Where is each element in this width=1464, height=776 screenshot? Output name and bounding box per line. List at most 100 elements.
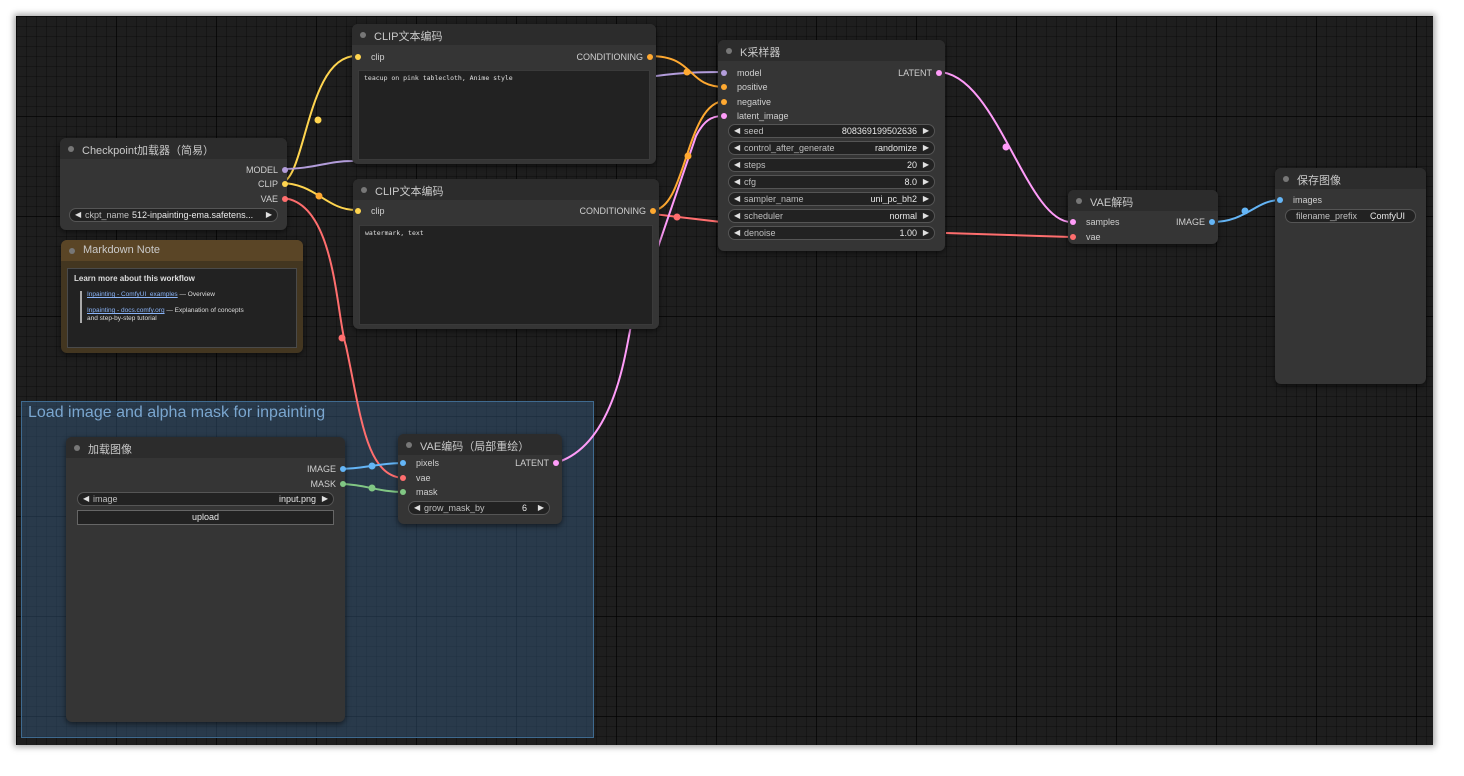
control-after-generate-widget[interactable]: ◀ control_after_generate randomize ▶: [728, 141, 935, 155]
output-pin[interactable]: [553, 460, 559, 466]
link-comfyui-examples[interactable]: Inpainting - ComfyUI_examples: [87, 291, 178, 298]
node-header[interactable]: 保存图像: [1275, 168, 1426, 189]
input-images[interactable]: images: [1277, 194, 1322, 206]
node-header[interactable]: K采样器: [718, 40, 945, 61]
arrow-left-icon[interactable]: ◀: [734, 160, 740, 169]
input-latent-image[interactable]: latent_image: [721, 110, 789, 122]
arrow-left-icon[interactable]: ◀: [734, 228, 740, 237]
input-pin[interactable]: [721, 99, 727, 105]
prompt-textarea[interactable]: watermark, text: [359, 225, 653, 325]
output-clip[interactable]: CLIP: [258, 178, 288, 190]
input-vae[interactable]: vae: [400, 472, 431, 484]
link-docs-comfy[interactable]: Inpainting - docs.comfy.org: [87, 307, 165, 314]
output-mask[interactable]: MASK: [310, 478, 346, 490]
sampler-name-widget[interactable]: ◀ sampler_name uni_pc_bh2 ▶: [728, 192, 935, 206]
collapse-dot-icon[interactable]: [68, 146, 74, 152]
collapse-dot-icon[interactable]: [360, 32, 366, 38]
arrow-left-icon[interactable]: ◀: [75, 210, 81, 219]
arrow-left-icon[interactable]: ◀: [414, 503, 420, 512]
clip-text-encode-negative-node[interactable]: CLIP文本编码 clip CONDITIONING watermark, te…: [353, 179, 659, 329]
input-pin[interactable]: [400, 460, 406, 466]
arrow-right-icon[interactable]: ▶: [923, 194, 929, 203]
arrow-right-icon[interactable]: ▶: [923, 143, 929, 152]
input-clip[interactable]: clip: [355, 51, 385, 63]
collapse-dot-icon[interactable]: [726, 48, 732, 54]
input-vae[interactable]: vae: [1070, 231, 1101, 243]
node-header[interactable]: Markdown Note: [61, 240, 303, 261]
output-pin[interactable]: [282, 196, 288, 202]
input-samples[interactable]: samples: [1070, 216, 1120, 228]
save-image-node[interactable]: 保存图像 images filename_prefix ComfyUI: [1275, 168, 1426, 384]
output-pin[interactable]: [1209, 219, 1215, 225]
clip-text-encode-positive-node[interactable]: CLIP文本编码 clip CONDITIONING teacup on pin…: [352, 24, 656, 164]
input-pin[interactable]: [1070, 234, 1076, 240]
input-negative[interactable]: negative: [721, 96, 771, 108]
output-pin[interactable]: [650, 208, 656, 214]
input-pin[interactable]: [400, 475, 406, 481]
output-pin[interactable]: [647, 54, 653, 60]
collapse-dot-icon[interactable]: [1283, 176, 1289, 182]
node-header[interactable]: VAE解码: [1068, 190, 1218, 211]
grow-mask-by-widget[interactable]: ◀ grow_mask_by 6 ▶: [408, 501, 550, 515]
output-conditioning[interactable]: CONDITIONING: [580, 205, 656, 217]
load-image-node[interactable]: 加载图像 IMAGE MASK ◀ image input.png ▶ upload: [66, 437, 346, 722]
arrow-right-icon[interactable]: ▶: [538, 503, 544, 512]
cfg-widget[interactable]: ◀ cfg 8.0 ▶: [728, 175, 935, 189]
node-header[interactable]: CLIP文本编码: [352, 24, 656, 45]
output-pin[interactable]: [282, 167, 288, 173]
arrow-left-icon[interactable]: ◀: [734, 143, 740, 152]
collapse-dot-icon[interactable]: [406, 442, 412, 448]
arrow-right-icon[interactable]: ▶: [923, 126, 929, 135]
input-pin[interactable]: [1070, 219, 1076, 225]
denoise-widget[interactable]: ◀ denoise 1.00 ▶: [728, 226, 935, 240]
arrow-left-icon[interactable]: ◀: [83, 494, 89, 503]
ksampler-node[interactable]: K采样器 model positive negative latent_imag…: [718, 40, 945, 251]
input-pin[interactable]: [355, 208, 361, 214]
ckpt-name-combo[interactable]: ◀ ckpt_name 512-inpainting-ema.safetens.…: [69, 208, 278, 222]
output-latent[interactable]: LATENT: [515, 457, 559, 469]
arrow-right-icon[interactable]: ▶: [923, 177, 929, 186]
arrow-left-icon[interactable]: ◀: [734, 211, 740, 220]
collapse-dot-icon[interactable]: [69, 248, 75, 254]
node-graph-canvas[interactable]: Load image and alpha mask for inpainting: [16, 16, 1433, 745]
arrow-right-icon[interactable]: ▶: [266, 210, 272, 219]
input-pin[interactable]: [721, 84, 727, 90]
arrow-left-icon[interactable]: ◀: [734, 126, 740, 135]
arrow-right-icon[interactable]: ▶: [923, 228, 929, 237]
node-header[interactable]: VAE编码（局部重绘）: [398, 434, 562, 455]
input-pixels[interactable]: pixels: [400, 457, 439, 469]
markdown-note-node[interactable]: Markdown Note Learn more about this work…: [61, 240, 303, 353]
input-mask[interactable]: mask: [400, 486, 438, 498]
input-model[interactable]: model: [721, 67, 762, 79]
upload-button[interactable]: upload: [77, 510, 334, 525]
output-pin[interactable]: [282, 181, 288, 187]
collapse-dot-icon[interactable]: [361, 187, 367, 193]
input-pin[interactable]: [355, 54, 361, 60]
output-image[interactable]: IMAGE: [307, 463, 346, 475]
arrow-left-icon[interactable]: ◀: [734, 194, 740, 203]
checkpoint-loader-node[interactable]: Checkpoint加载器（简易） MODEL CLIP VAE ◀ ckpt_…: [60, 138, 288, 230]
seed-widget[interactable]: ◀ seed 808369199502636 ▶: [728, 124, 935, 138]
output-model[interactable]: MODEL: [246, 164, 288, 176]
input-pin[interactable]: [1277, 197, 1283, 203]
collapse-dot-icon[interactable]: [74, 445, 80, 451]
arrow-left-icon[interactable]: ◀: [734, 177, 740, 186]
steps-widget[interactable]: ◀ steps 20 ▶: [728, 158, 935, 172]
output-pin[interactable]: [340, 466, 346, 472]
prompt-textarea[interactable]: teacup on pink tablecloth, Anime style: [358, 70, 650, 160]
input-pin[interactable]: [721, 113, 727, 119]
output-pin[interactable]: [340, 481, 346, 487]
scheduler-widget[interactable]: ◀ scheduler normal ▶: [728, 209, 935, 223]
output-conditioning[interactable]: CONDITIONING: [577, 51, 653, 63]
input-clip[interactable]: clip: [355, 205, 385, 217]
arrow-right-icon[interactable]: ▶: [923, 160, 929, 169]
filename-prefix-widget[interactable]: filename_prefix ComfyUI: [1285, 209, 1416, 223]
input-pin[interactable]: [400, 489, 406, 495]
node-header[interactable]: Checkpoint加载器（简易）: [60, 138, 287, 159]
output-latent[interactable]: LATENT: [898, 67, 942, 79]
arrow-right-icon[interactable]: ▶: [923, 211, 929, 220]
image-combo[interactable]: ◀ image input.png ▶: [77, 492, 334, 506]
output-vae[interactable]: VAE: [261, 193, 288, 205]
vae-encode-inpaint-node[interactable]: VAE编码（局部重绘） pixels vae mask LATENT ◀ grow…: [398, 434, 562, 524]
output-pin[interactable]: [936, 70, 942, 76]
